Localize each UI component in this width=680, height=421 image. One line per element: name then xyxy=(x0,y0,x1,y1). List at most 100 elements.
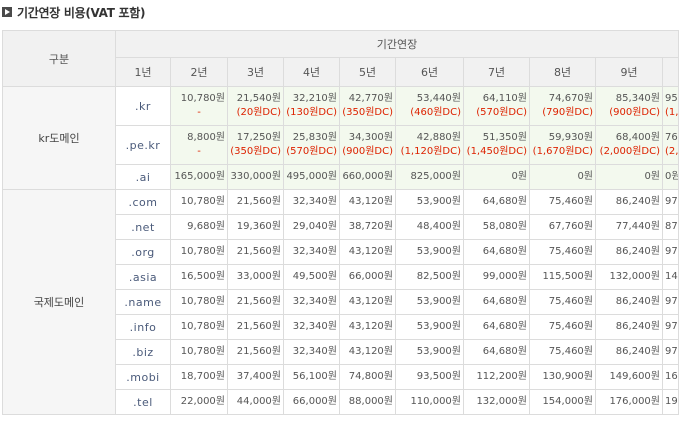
price-value: 154,000원 xyxy=(542,396,593,407)
price-cell: 42,770원 (350원DC) xyxy=(339,86,396,126)
price-cell: 59,930원 (1,670원DC) xyxy=(529,125,596,165)
price-value: 97,020원 xyxy=(665,196,678,207)
price-value: 21,560원 xyxy=(236,246,281,257)
price-value: 130,900원 xyxy=(542,371,593,382)
discount-value: (790원DC) xyxy=(542,107,593,118)
domain-label: .org xyxy=(115,239,171,265)
price-value: 43,120원 xyxy=(348,196,393,207)
price-value: 25,830원 xyxy=(292,132,337,143)
group-label: 국제도메인 xyxy=(2,189,116,415)
price-cell: 198,000원 xyxy=(661,389,680,415)
price-cell: 110,000원 xyxy=(395,389,464,415)
header-period: 기간연장 xyxy=(114,30,680,58)
price-value: 86,240원 xyxy=(615,196,660,207)
price-value: 82,500원 xyxy=(416,271,461,282)
price-value: 21,560원 xyxy=(236,346,281,357)
price-cell: 32,340원 xyxy=(283,339,340,365)
price-cell: 75,460원 xyxy=(529,339,596,365)
price-cell: 25,830원 (570원DC) xyxy=(283,125,340,165)
price-value: 86,240원 xyxy=(615,346,660,357)
price-cell: 43,120원 xyxy=(339,189,396,215)
domain-label: .com xyxy=(115,189,171,215)
discount-value: (570원DC) xyxy=(286,146,337,157)
price-value: 93,500원 xyxy=(416,371,461,382)
price-value: 66,000원 xyxy=(348,271,393,282)
price-cell: 17,250원 (350원DC) xyxy=(227,125,284,165)
header-category: 구분 xyxy=(2,30,116,87)
group-label: kr도메인 xyxy=(2,86,116,190)
price-cell: 43,120원 xyxy=(339,314,396,340)
discount-value: (130원DC) xyxy=(286,107,337,118)
price-cell: 42,880원 (1,120원DC) xyxy=(395,125,464,165)
price-cell: 0원 xyxy=(463,164,530,190)
discount-value: - xyxy=(197,146,201,157)
price-cell: 53,900원 xyxy=(395,314,464,340)
price-value: 32,340원 xyxy=(292,196,337,207)
price-cell: 32,340원 xyxy=(283,239,340,265)
price-cell: 19,360원 xyxy=(227,214,284,240)
price-cell: 66,000원 xyxy=(283,389,340,415)
price-value: 10,780원 xyxy=(180,346,225,357)
price-value: 42,770원 xyxy=(348,93,393,104)
price-value: 21,560원 xyxy=(236,196,281,207)
price-cell: 88,000원 xyxy=(339,389,396,415)
price-value: 22,000원 xyxy=(180,396,225,407)
discount-value: (20원DC) xyxy=(236,107,281,118)
price-cell: 16,500원 xyxy=(170,264,228,290)
price-value: 67,760원 xyxy=(548,221,593,232)
price-cell: 77,440원 xyxy=(595,214,663,240)
price-cell: 132,000원 xyxy=(463,389,530,415)
price-value: 75,460원 xyxy=(548,321,593,332)
price-value: 75,460원 xyxy=(548,196,593,207)
price-value: 64,110원 xyxy=(482,93,527,104)
price-value: 42,880원 xyxy=(416,132,461,143)
price-value: 149,600원 xyxy=(609,371,660,382)
header-year: 4년 xyxy=(283,57,340,87)
header-year: 6년 xyxy=(395,57,464,87)
price-cell: 43,120원 xyxy=(339,339,396,365)
price-value: 17,250원 xyxy=(236,132,281,143)
header-year: 5년 xyxy=(339,57,396,87)
price-cell: 86,240원 xyxy=(595,189,663,215)
price-cell: 10,780원 xyxy=(170,314,228,340)
price-cell: 0원 xyxy=(529,164,596,190)
price-value: 34,300원 xyxy=(348,132,393,143)
price-cell: 32,340원 xyxy=(283,314,340,340)
price-cell: 168,300원 xyxy=(661,364,680,390)
price-cell: 176,000원 xyxy=(595,389,663,415)
price-cell: 75,460원 xyxy=(529,239,596,265)
price-cell: 86,240원 xyxy=(595,339,663,365)
price-cell: 44,000원 xyxy=(227,389,284,415)
price-cell: 86,240원 xyxy=(595,239,663,265)
price-cell: 97,020원 xyxy=(661,189,680,215)
price-value: 59,930원 xyxy=(548,132,593,143)
price-value: 68,400원 xyxy=(615,132,660,143)
price-value: 32,340원 xyxy=(292,321,337,332)
price-value: 64,680원 xyxy=(482,196,527,207)
price-table-body: kr도메인 .kr 10,780원 - 21,540원 (20원DC) 32,210원 (13… xyxy=(2,86,680,415)
price-value: 330,000원 xyxy=(230,171,281,182)
price-value: 75,460원 xyxy=(548,246,593,257)
arrow-bullet-icon xyxy=(2,7,12,17)
price-value: 85,340원 xyxy=(615,93,660,104)
price-value: 53,900원 xyxy=(416,321,461,332)
price-cell: 74,800원 xyxy=(339,364,396,390)
discount-value: (460원DC) xyxy=(410,107,461,118)
price-cell: 149,600원 xyxy=(595,364,663,390)
discount-value: (350원DC) xyxy=(342,107,393,118)
price-value: 8,800원 xyxy=(187,132,225,143)
price-cell: 97,020원 xyxy=(661,314,680,340)
price-value: 32,210원 xyxy=(292,93,337,104)
domain-label: .tel xyxy=(115,389,171,415)
price-cell: 43,120원 xyxy=(339,289,396,315)
price-value: 97,020원 xyxy=(665,346,678,357)
price-cell: 87,120원 xyxy=(661,214,680,240)
price-cell: 64,680원 xyxy=(463,189,530,215)
price-cell: 8,800원 - xyxy=(170,125,228,165)
price-value: 88,000원 xyxy=(348,396,393,407)
price-cell: 75,460원 xyxy=(529,314,596,340)
header-year: 7년 xyxy=(463,57,530,87)
price-cell: 18,700원 xyxy=(170,364,228,390)
domain-label: .info xyxy=(115,314,171,340)
price-cell: 10,780원 xyxy=(170,339,228,365)
